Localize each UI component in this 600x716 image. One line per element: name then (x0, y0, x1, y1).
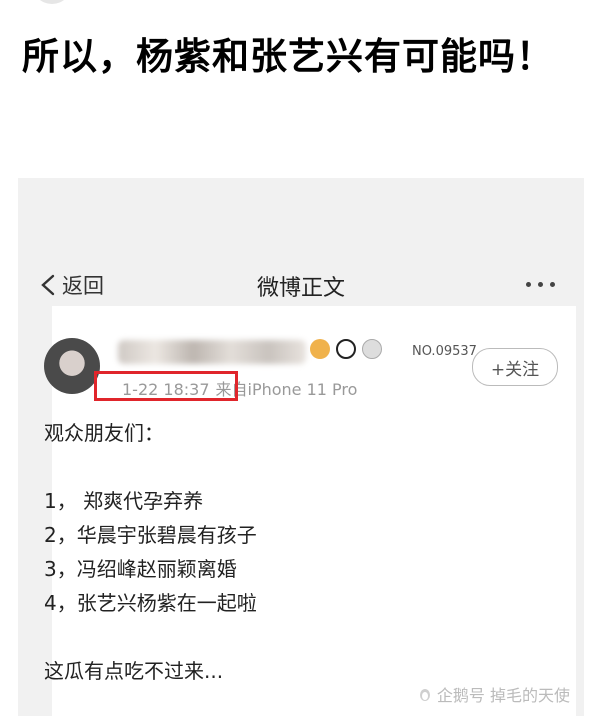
headline: 所以，杨紫和张艺兴有可能吗！ (22, 35, 554, 78)
post-line: 4，张艺兴杨紫在一起啦 (44, 591, 257, 615)
gold-badge-icon (310, 339, 330, 359)
post-line: 2，华晨宇张碧晨有孩子 (44, 523, 257, 547)
top-avatar-partial (32, 0, 72, 4)
more-dots-icon[interactable] (526, 282, 562, 287)
nav-bar: 返回 微博正文 (18, 256, 584, 316)
penguin-icon (419, 689, 430, 701)
user-badges (310, 339, 382, 359)
medal-badge-icon (362, 339, 382, 359)
post-line: 1， 郑爽代孕弃养 (44, 489, 204, 513)
weibo-screenshot: 返回 微博正文 NO.09537 +关注 1-22 18:37 来自iPhone … (18, 178, 584, 716)
post-line: 观众朋友们： (44, 421, 164, 445)
avatar[interactable] (44, 338, 100, 394)
vip-number: NO.09537 (412, 344, 477, 359)
post-body: 观众朋友们： 1， 郑爽代孕弃养 2，华晨宇张碧晨有孩子 3，冯绍峰赵丽颖离婚 … (44, 416, 544, 688)
blurred-username[interactable] (118, 340, 306, 364)
nav-title: 微博正文 (256, 276, 345, 301)
panda-badge-icon (336, 339, 356, 359)
watermark: 企鹅号 掉毛的天使 (417, 682, 570, 706)
highlight-box (94, 371, 238, 401)
follow-button[interactable]: +关注 (472, 348, 558, 386)
watermark-text: 企鹅号 掉毛的天使 (436, 686, 570, 705)
post-line: 3，冯绍峰赵丽颖离婚 (44, 557, 237, 581)
